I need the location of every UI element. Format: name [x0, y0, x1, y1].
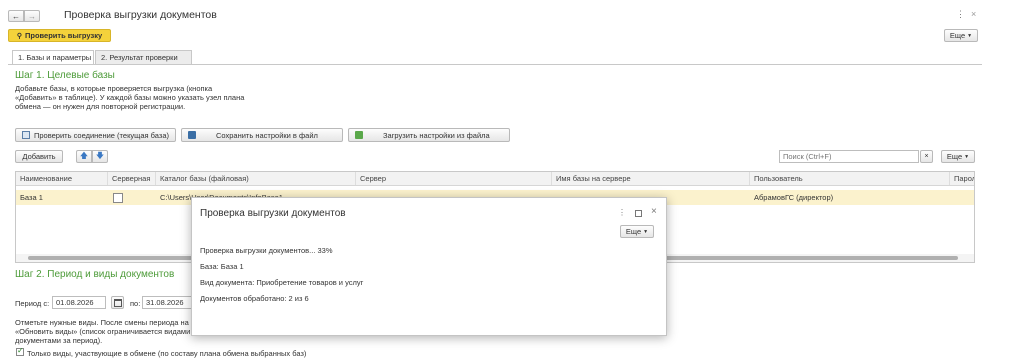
- cell-user: АбрамовГС (директор): [754, 193, 834, 202]
- tab-bases-params-label: 1. Базы и параметры: [18, 53, 92, 62]
- search-input[interactable]: [779, 150, 919, 163]
- note-line2: «Обновить виды» (список ограничивается в…: [15, 327, 191, 336]
- check-export-button[interactable]: ⚲ Проверить выгрузку: [8, 29, 111, 42]
- dialog-more-vertical-icon[interactable]: ⋮: [618, 208, 626, 217]
- table-more-button[interactable]: Еще ▼: [941, 150, 975, 163]
- table-more-label: Еще: [946, 152, 963, 161]
- more-label: Еще: [949, 31, 966, 40]
- step1-desc-line2: «Добавить» в таблице). У каждой базы мож…: [15, 93, 245, 102]
- check-export-label: Проверить выгрузку: [24, 31, 103, 40]
- forward-button[interactable]: →: [24, 10, 40, 22]
- calendar-icon: [113, 298, 122, 307]
- processed-line: Документов обработано: 2 из 6: [200, 294, 309, 303]
- cell-name: База 1: [20, 193, 43, 202]
- exchange-only-checkbox[interactable]: ✓: [16, 346, 24, 356]
- col-server[interactable]: Сервер: [356, 172, 552, 185]
- doc-type-line: Вид документа: Приобретение товаров и ус…: [200, 278, 364, 287]
- step1-desc-line3: обмена — он нужен для повторной регистра…: [15, 102, 186, 111]
- col-name[interactable]: Наименование: [16, 172, 108, 185]
- search-icon: ⚲: [16, 32, 22, 40]
- note-line1: Отметьте нужные виды. После смены период…: [15, 318, 189, 327]
- cell-password: [950, 190, 974, 205]
- period-to-input[interactable]: 31.08.2026: [142, 296, 196, 309]
- dialog-maximize-icon[interactable]: [635, 210, 642, 217]
- table-header: Наименование Серверная Каталог базы (фай…: [16, 172, 974, 186]
- tab-bases-params[interactable]: 1. Базы и параметры: [12, 50, 94, 64]
- add-label: Добавить: [22, 152, 56, 161]
- col-user[interactable]: Пользователь: [750, 172, 950, 185]
- dialog-close-icon[interactable]: ×: [651, 206, 657, 217]
- col-server-flag[interactable]: Серверная: [108, 172, 156, 185]
- back-button[interactable]: ←: [8, 10, 24, 22]
- dialog-more-label: Еще: [625, 227, 642, 236]
- more-button[interactable]: Еще ▼: [944, 29, 978, 42]
- save-settings-label: Сохранить настройки в файл: [216, 130, 318, 140]
- load-icon: [355, 131, 363, 139]
- progress-dialog: Проверка выгрузки документов ⋮ × Еще ▼ Пр…: [191, 197, 667, 336]
- calendar-button[interactable]: [111, 296, 124, 309]
- col-catalog[interactable]: Каталог базы (файловая): [156, 172, 356, 185]
- col-db-name[interactable]: Имя базы на сервере: [552, 172, 750, 185]
- add-button[interactable]: Добавить: [15, 150, 63, 163]
- step1-title: Шаг 1. Целевые базы: [15, 70, 115, 81]
- chevron-down-icon: ▼: [964, 153, 970, 160]
- save-settings-button[interactable]: Сохранить настройки в файл: [181, 128, 343, 142]
- base-line: База: База 1: [200, 262, 244, 271]
- connection-icon: [21, 131, 30, 139]
- tab-check-result-label: 2. Результат проверки: [101, 53, 178, 62]
- chevron-down-icon: ▼: [967, 32, 973, 39]
- save-icon: [188, 131, 196, 139]
- check-connection-button[interactable]: Проверить соединение (текущая база): [15, 128, 176, 142]
- more-vertical-icon[interactable]: ⋮: [956, 9, 965, 20]
- period-to-label: по:: [130, 299, 141, 308]
- chevron-down-icon: ▼: [643, 228, 649, 235]
- period-from-label: Период с:: [15, 299, 50, 308]
- move-up-button[interactable]: 🡅: [76, 150, 92, 163]
- move-down-button[interactable]: 🡇: [92, 150, 108, 163]
- progress-text: Проверка выгрузки документов... 33%: [200, 246, 333, 255]
- step1-desc-line1: Добавьте базы, в которые проверяется выг…: [15, 84, 213, 93]
- arrow-up-icon: 🡅: [79, 150, 89, 160]
- period-from-input[interactable]: 01.08.2026: [52, 296, 106, 309]
- checkmark-icon: ✓: [17, 346, 24, 355]
- checkbox[interactable]: [113, 193, 123, 204]
- check-connection-label: Проверить соединение (текущая база): [33, 130, 169, 140]
- col-password[interactable]: Парол: [950, 172, 974, 185]
- step2-title: Шаг 2. Период и виды документов: [15, 269, 175, 280]
- window-title: Проверка выгрузки документов: [64, 9, 217, 21]
- note-line3: документами за период).: [15, 336, 103, 345]
- load-settings-label: Загрузить настройки из файла: [383, 130, 490, 140]
- tab-check-result[interactable]: 2. Результат проверки: [95, 50, 192, 64]
- search-clear-button[interactable]: ×: [920, 150, 933, 163]
- clear-icon: ×: [924, 153, 929, 160]
- cell-server-flag[interactable]: [108, 190, 156, 205]
- close-icon[interactable]: ×: [971, 9, 976, 19]
- dialog-title: Проверка выгрузки документов: [200, 208, 346, 219]
- dialog-more-button[interactable]: Еще ▼: [620, 225, 654, 238]
- arrow-down-icon: 🡇: [95, 150, 105, 160]
- load-settings-button[interactable]: Загрузить настройки из файла: [348, 128, 510, 142]
